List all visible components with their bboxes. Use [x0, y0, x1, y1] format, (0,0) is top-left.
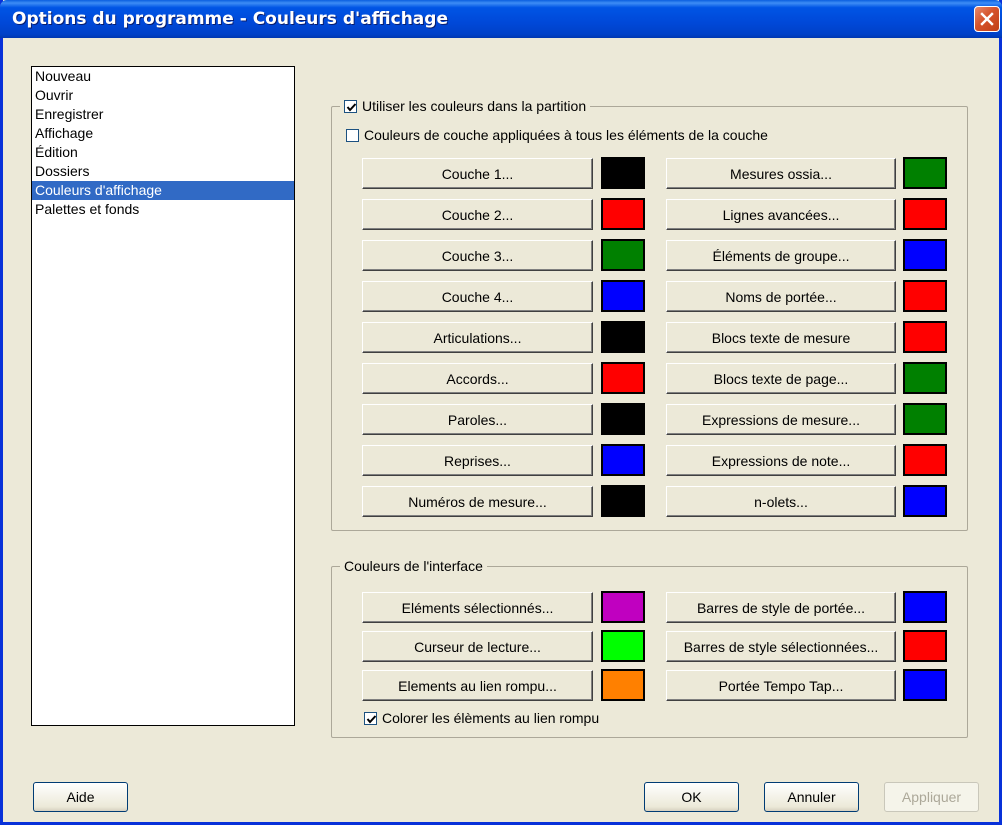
- layer-1-swatch[interactable]: [601, 157, 645, 189]
- repeats-swatch[interactable]: [601, 444, 645, 476]
- layer-3-button[interactable]: Couche 3...: [362, 240, 593, 271]
- layer-1-button[interactable]: Couche 1...: [362, 158, 593, 189]
- tempo-tap-staff-button[interactable]: Portée Tempo Tap...: [666, 670, 896, 701]
- tuplets-swatch[interactable]: [903, 485, 947, 517]
- category-item-enregistrer[interactable]: Enregistrer: [32, 105, 294, 124]
- measure-expressions-button[interactable]: Expressions de mesure...: [666, 404, 896, 435]
- use-colors-row[interactable]: Utiliser les couleurs dans la partition: [340, 96, 591, 116]
- window-title: Options du programme - Couleurs d'affich…: [12, 9, 448, 29]
- tuplets-button[interactable]: n-olets...: [666, 486, 896, 517]
- staff-names-swatch[interactable]: [903, 280, 947, 312]
- note-expressions-swatch[interactable]: [903, 444, 947, 476]
- staff-style-bars-button[interactable]: Barres de style de portée...: [666, 592, 896, 623]
- layer-2-swatch[interactable]: [601, 198, 645, 230]
- selected-items-button[interactable]: Eléments sélectionnés...: [362, 592, 593, 623]
- score-colors-group: Utiliser les couleurs dans la partition …: [331, 96, 968, 531]
- category-item-palettes[interactable]: Palettes et fonds: [32, 200, 294, 219]
- broken-link-items-button[interactable]: Elements au lien rompu...: [362, 670, 593, 701]
- close-button[interactable]: [974, 6, 1000, 32]
- smart-lines-swatch[interactable]: [903, 198, 947, 230]
- measure-expressions-swatch[interactable]: [903, 403, 947, 435]
- tempo-tap-staff-swatch[interactable]: [903, 669, 947, 701]
- broken-link-items-swatch[interactable]: [601, 669, 645, 701]
- lyrics-swatch[interactable]: [601, 403, 645, 435]
- measure-text-blocks-button[interactable]: Blocs texte de mesure: [666, 322, 896, 353]
- help-button[interactable]: Aide: [33, 782, 128, 812]
- category-item-affichage[interactable]: Affichage: [32, 124, 294, 143]
- use-colors-label: Utiliser les couleurs dans la partition: [362, 98, 587, 114]
- options-dialog: Options du programme - Couleurs d'affich…: [0, 0, 1002, 825]
- repeats-button[interactable]: Reprises...: [362, 445, 593, 476]
- selected-style-bars-swatch[interactable]: [903, 630, 947, 662]
- category-item-nouveau[interactable]: Nouveau: [32, 67, 294, 86]
- category-item-couleurs[interactable]: Couleurs d'affichage: [32, 181, 294, 200]
- broken-link-checkbox[interactable]: [364, 711, 377, 725]
- playback-cursor-swatch[interactable]: [601, 630, 645, 662]
- lyrics-button[interactable]: Paroles...: [362, 404, 593, 435]
- articulations-swatch[interactable]: [601, 321, 645, 353]
- layer-2-button[interactable]: Couche 2...: [362, 199, 593, 230]
- group-elements-button[interactable]: Éléments de groupe...: [666, 240, 896, 271]
- layer-3-swatch[interactable]: [601, 239, 645, 271]
- measure-numbers-button[interactable]: Numéros de mesure...: [362, 486, 593, 517]
- selected-style-bars-button[interactable]: Barres de style sélectionnées...: [666, 631, 896, 662]
- staff-names-button[interactable]: Noms de portée...: [666, 281, 896, 312]
- chords-button[interactable]: Accords...: [362, 363, 593, 394]
- selected-items-swatch[interactable]: [601, 591, 645, 623]
- interface-colors-group: Couleurs de l'interface Eléments sélecti…: [331, 556, 968, 738]
- layer-all-row[interactable]: Couleurs de couche appliquées à tous les…: [346, 127, 768, 143]
- category-list[interactable]: Nouveau Ouvrir Enregistrer Affichage Édi…: [31, 66, 295, 726]
- ok-button[interactable]: OK: [644, 782, 739, 812]
- apply-button: Appliquer: [884, 782, 979, 812]
- interface-colors-legend: Couleurs de l'interface: [340, 556, 487, 576]
- checkmark-icon: [366, 714, 377, 724]
- staff-style-bars-swatch[interactable]: [903, 591, 947, 623]
- category-item-dossiers[interactable]: Dossiers: [32, 162, 294, 181]
- ossia-button[interactable]: Mesures ossia...: [666, 158, 896, 189]
- page-text-blocks-button[interactable]: Blocs texte de page...: [666, 363, 896, 394]
- measure-text-blocks-swatch[interactable]: [903, 321, 947, 353]
- checkmark-icon: [346, 102, 357, 112]
- cancel-button[interactable]: Annuler: [764, 782, 859, 812]
- broken-link-row[interactable]: Colorer les élèments au lien rompu: [364, 710, 599, 726]
- title-bar[interactable]: Options du programme - Couleurs d'affich…: [0, 0, 1002, 38]
- measure-numbers-swatch[interactable]: [601, 485, 645, 517]
- note-expressions-button[interactable]: Expressions de note...: [666, 445, 896, 476]
- category-item-edition[interactable]: Édition: [32, 143, 294, 162]
- page-text-blocks-swatch[interactable]: [903, 362, 947, 394]
- layer-4-button[interactable]: Couche 4...: [362, 281, 593, 312]
- broken-link-label: Colorer les élèments au lien rompu: [382, 710, 600, 726]
- layer-all-checkbox[interactable]: [346, 128, 359, 142]
- chords-swatch[interactable]: [601, 362, 645, 394]
- smart-lines-button[interactable]: Lignes avancées...: [666, 199, 896, 230]
- articulations-button[interactable]: Articulations...: [362, 322, 593, 353]
- layer-4-swatch[interactable]: [601, 280, 645, 312]
- category-item-ouvrir[interactable]: Ouvrir: [32, 86, 294, 105]
- playback-cursor-button[interactable]: Curseur de lecture...: [362, 631, 593, 662]
- group-elements-swatch[interactable]: [903, 239, 947, 271]
- ossia-swatch[interactable]: [903, 157, 947, 189]
- layer-all-label: Couleurs de couche appliquées à tous les…: [364, 127, 768, 143]
- use-colors-checkbox[interactable]: [344, 99, 357, 113]
- close-icon: [980, 12, 994, 26]
